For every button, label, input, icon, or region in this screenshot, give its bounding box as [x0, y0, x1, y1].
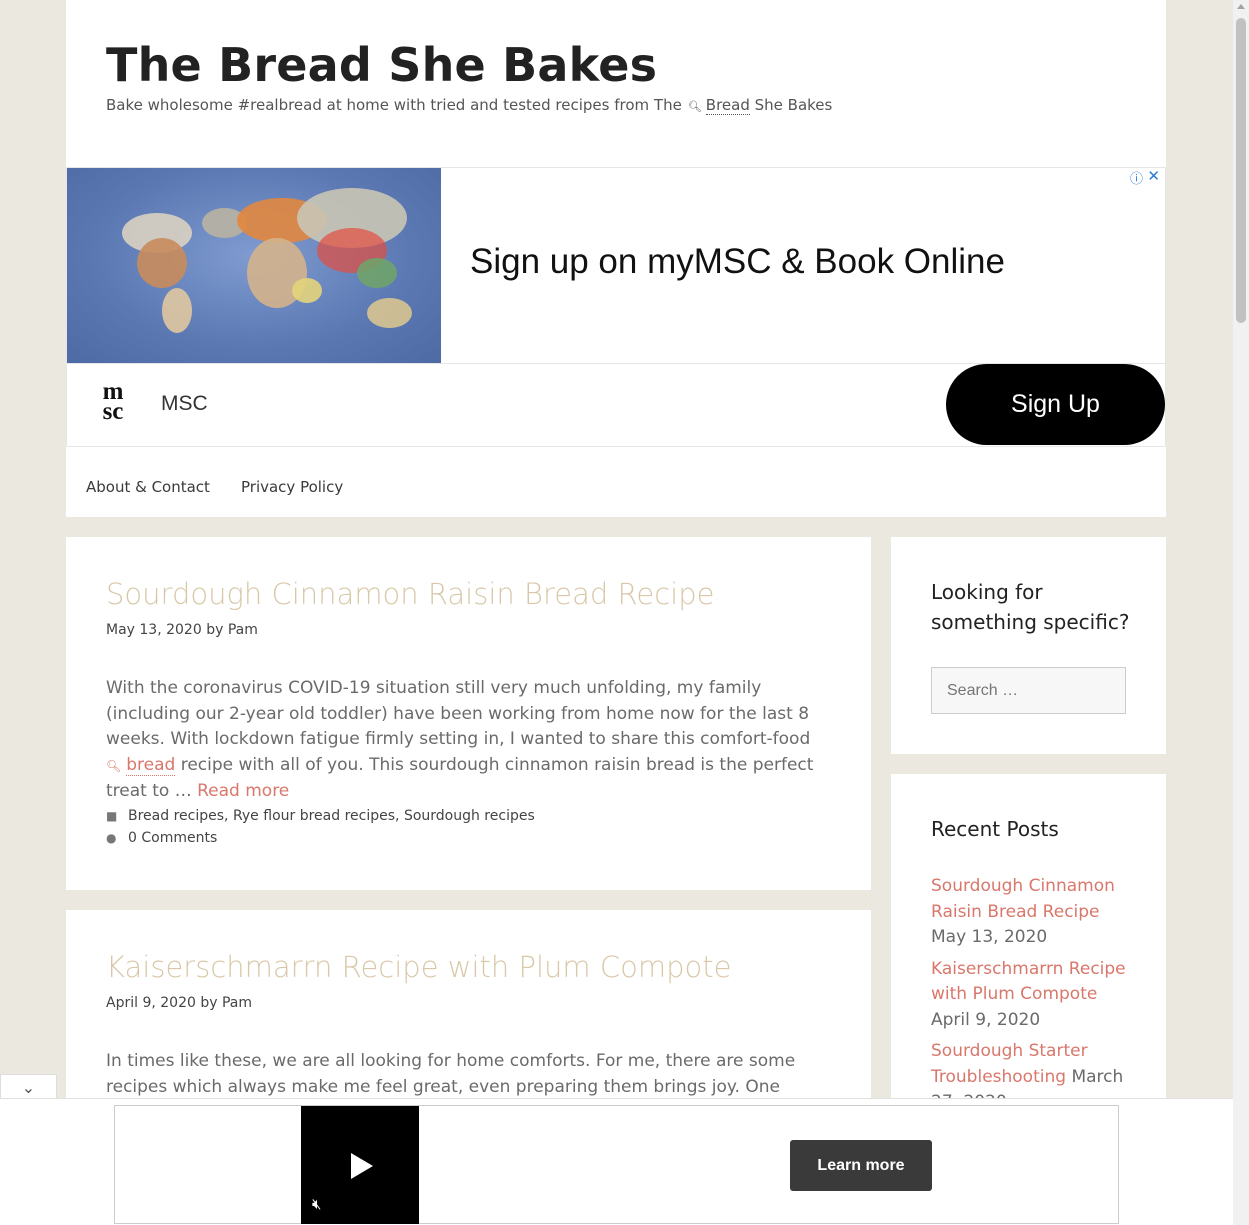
post-meta: May 13, 2020 by Pam — [106, 622, 258, 638]
scrollbar-thumb[interactable] — [1236, 18, 1246, 323]
nav-item-about-contact[interactable]: About & Contact — [86, 478, 210, 496]
post-author[interactable]: Pam — [228, 622, 258, 638]
widget-title: Looking for something specific? — [931, 580, 1130, 634]
post-date[interactable]: May 13, 2020 — [106, 622, 202, 638]
widget-title: Recent Posts — [931, 817, 1059, 841]
excerpt-text: With the coronavirus COVID-19 situation … — [106, 678, 811, 749]
sticky-ad-frame[interactable]: 🔇︎ Learn more — [114, 1105, 1119, 1224]
main-navigation: About & Contact Privacy Policy — [66, 447, 1166, 517]
msc-logo[interactable]: m sc — [89, 379, 137, 428]
post-categories: ■ Bread recipes, Rye flour bread recipes,… — [106, 808, 535, 824]
post-excerpt: With the coronavirus COVID-19 situation … — [106, 676, 831, 805]
mute-icon[interactable]: 🔇︎ — [312, 1195, 321, 1213]
search-icon: 🔍︎ — [687, 100, 702, 113]
post-author[interactable]: Pam — [222, 995, 252, 1011]
recent-post-link[interactable]: Sourdough Cinnamon Raisin Bread Recipe — [931, 876, 1115, 922]
ad-banner[interactable]: Sign up on myMSC & Book Online ⓘ ✕ m sc … — [66, 167, 1166, 447]
site-title[interactable]: The Bread She Bakes — [106, 38, 657, 92]
tagline-text-end: She Bakes — [754, 96, 833, 114]
recent-post-link[interactable]: Sourdough Starter Troubleshooting — [931, 1041, 1088, 1087]
recent-posts-widget: Recent Posts Sourdough Cinnamon Raisin B… — [891, 774, 1166, 1114]
ad-image[interactable] — [67, 168, 441, 363]
post-date[interactable]: April 9, 2020 — [106, 995, 196, 1011]
excerpt-keyword-link[interactable]: bread — [126, 754, 176, 776]
folder-icon: ■ — [106, 809, 118, 823]
advertiser-name[interactable]: MSC — [161, 392, 208, 416]
post-comments: ● 0 Comments — [106, 830, 217, 846]
video-player[interactable]: 🔇︎ — [301, 1106, 419, 1224]
recent-posts-list: Sourdough Cinnamon Raisin Bread Recipe M… — [931, 874, 1131, 1122]
scrollbar[interactable] — [1233, 0, 1249, 1225]
comments-icon: ● — [106, 831, 117, 845]
sticky-ad: 🔇︎ Learn more — [0, 1098, 1233, 1225]
post-article: Kaiserschmarrn Recipe with Plum Compote … — [66, 910, 871, 1122]
site-tagline: Bake wholesome #realbread at home with t… — [106, 96, 833, 115]
category-link[interactable]: Rye flour bread recipes — [233, 808, 395, 824]
ad-headline[interactable]: Sign up on myMSC & Book Online — [470, 242, 1005, 282]
search-input[interactable] — [931, 667, 1126, 714]
post-meta: April 9, 2020 by Pam — [106, 995, 252, 1011]
recent-post-date: April 9, 2020 — [931, 1009, 1041, 1030]
comments-link[interactable]: 0 Comments — [128, 830, 217, 846]
sign-up-button[interactable]: Sign Up — [946, 364, 1165, 445]
list-item: Kaiserschmarrn Recipe with Plum Compote … — [931, 957, 1131, 1034]
post-title[interactable]: Kaiserschmarrn Recipe with Plum Compote — [106, 950, 732, 984]
close-icon[interactable]: ✕ — [1147, 167, 1160, 185]
recent-post-link[interactable]: Kaiserschmarrn Recipe with Plum Compote — [931, 959, 1126, 1005]
list-item: Sourdough Cinnamon Raisin Bread Recipe M… — [931, 874, 1131, 951]
scroll-up-icon[interactable] — [1237, 4, 1245, 9]
logo-line-2: sc — [102, 398, 124, 425]
ad-footer: m sc MSC Sign Up — [67, 363, 1165, 446]
chevron-down-icon[interactable]: ⌄ — [0, 1074, 57, 1099]
post-article: Sourdough Cinnamon Raisin Bread Recipe M… — [66, 537, 871, 890]
category-link[interactable]: Bread recipes — [128, 808, 224, 824]
post-by: by — [206, 622, 224, 638]
tagline-keyword-link[interactable]: Bread — [705, 96, 750, 115]
category-link[interactable]: Sourdough recipes — [404, 808, 535, 824]
search-icon: 🔍︎ — [106, 758, 122, 773]
info-icon[interactable]: ⓘ — [1130, 168, 1143, 187]
play-icon[interactable] — [351, 1153, 373, 1179]
search-widget: Looking for something specific? — [891, 537, 1166, 754]
learn-more-button[interactable]: Learn more — [790, 1140, 932, 1191]
tagline-text: Bake wholesome #realbread at home with t… — [106, 96, 682, 114]
recent-post-date: May 13, 2020 — [931, 927, 1048, 947]
post-by: by — [200, 995, 218, 1011]
read-more-link[interactable]: Read more — [197, 781, 289, 801]
nav-item-privacy-policy[interactable]: Privacy Policy — [241, 478, 343, 496]
post-title[interactable]: Sourdough Cinnamon Raisin Bread Recipe — [106, 577, 714, 611]
site-header: The Bread She Bakes Bake wholesome #real… — [66, 0, 1166, 167]
